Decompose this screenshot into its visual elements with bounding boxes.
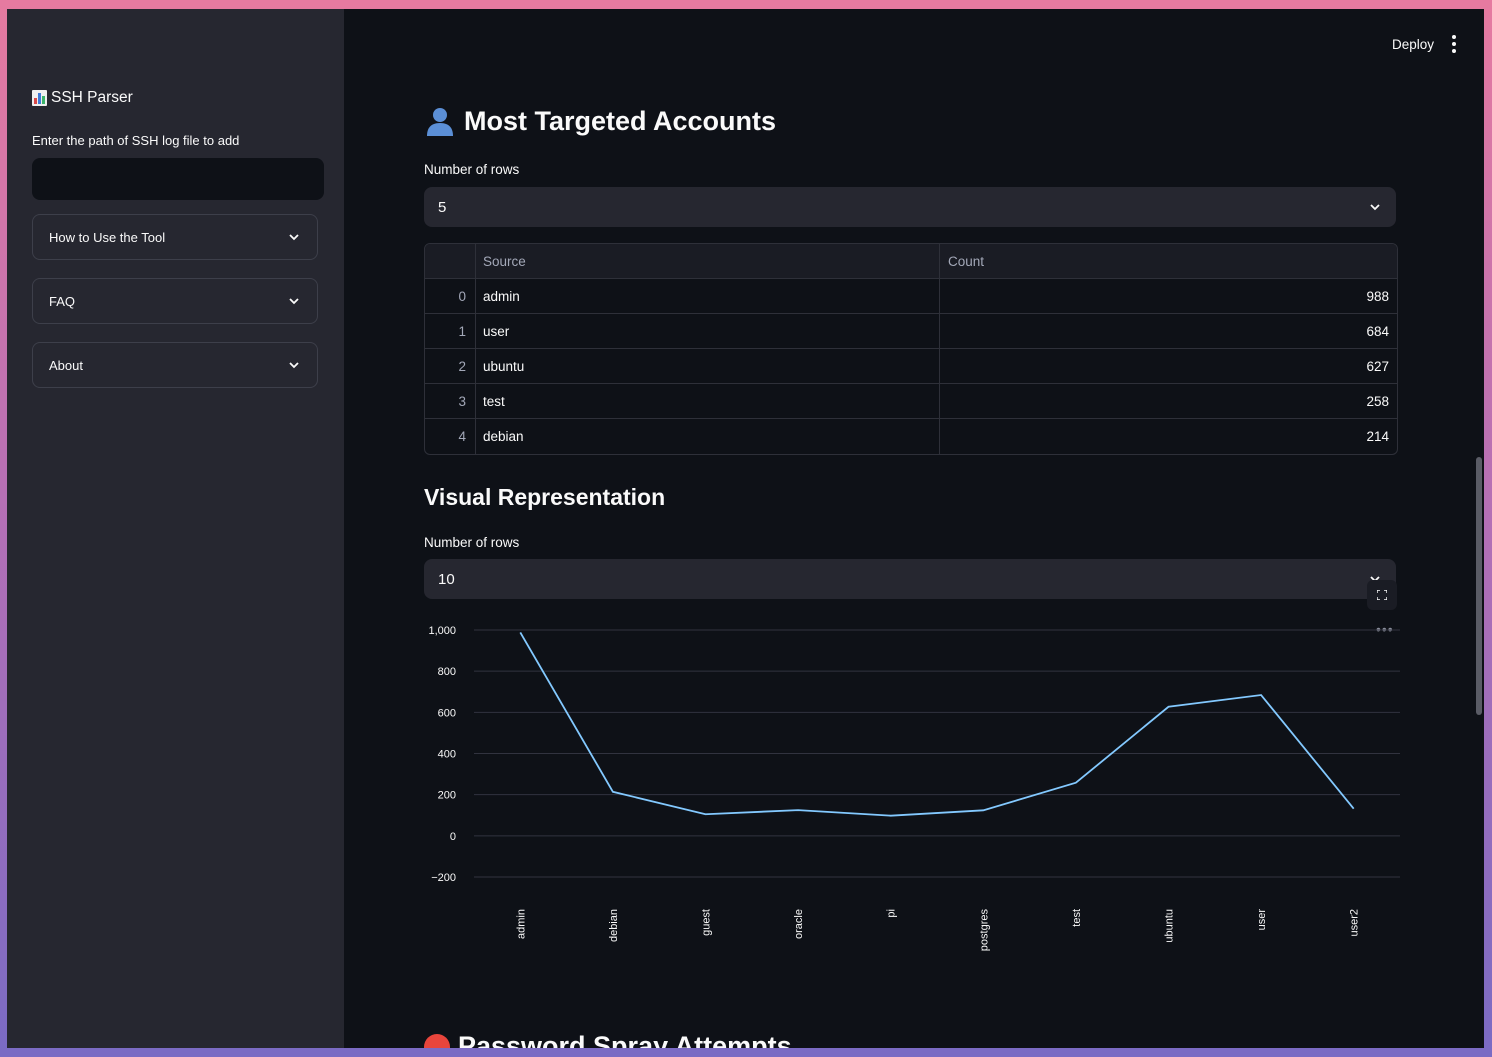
x-tick-label: debian [608, 909, 620, 942]
cell-count: 684 [1366, 323, 1389, 339]
x-tick-label: ubuntu [1164, 909, 1176, 943]
row-index: 4 [425, 419, 476, 454]
siren-icon [424, 1033, 450, 1048]
series-line[interactable] [519, 632, 1355, 817]
fullscreen-button[interactable] [1367, 580, 1397, 610]
x-tick-label: guest [701, 909, 713, 936]
cell-count: 988 [1366, 288, 1389, 304]
scrollbar[interactable] [1476, 457, 1482, 715]
accounts-table[interactable]: Source Count 0 admin 988 1 user 684 2 ub… [424, 243, 1398, 455]
x-tick-label: user2 [1349, 909, 1361, 937]
row-index: 3 [425, 384, 476, 418]
cell-count: 627 [1366, 358, 1389, 374]
x-tick-label: test [1071, 909, 1083, 927]
y-tick-label: 600 [438, 707, 456, 719]
chevron-down-icon [289, 362, 299, 369]
rows-select-chart[interactable]: 10 [424, 559, 1396, 599]
row-index: 1 [425, 314, 476, 348]
row-index: 2 [425, 349, 476, 383]
y-tick-label: 200 [438, 790, 456, 802]
data-point[interactable] [1352, 807, 1356, 811]
line-chart: 1,000 800 600 400 200 0 −200 admin debian guest or… [428, 625, 1400, 952]
cell-source: admin [476, 279, 940, 313]
data-point[interactable] [796, 808, 800, 812]
rows-select-label: Number of rows [424, 162, 520, 177]
main-content: Deploy Most Targeted Accounts Number of … [344, 9, 1484, 1048]
data-point[interactable] [704, 812, 708, 816]
bar-chart-icon [32, 90, 47, 106]
table-row[interactable]: 4 debian 214 [425, 419, 1397, 454]
sidebar: SSH Parser Enter the path of SSH log fil… [7, 9, 344, 1048]
data-point[interactable] [518, 630, 522, 634]
table-row[interactable]: 3 test 258 [425, 384, 1397, 419]
expander-label: About [49, 357, 83, 373]
expander-about[interactable]: About [32, 342, 318, 388]
app-title-text: SSH Parser [51, 89, 133, 106]
chevron-down-icon [1370, 204, 1380, 211]
select-value: 5 [438, 198, 447, 216]
data-point[interactable] [611, 790, 615, 794]
x-tick-label: postgres [978, 909, 990, 952]
cell-source: user [476, 314, 940, 348]
y-tick-label: 1,000 [428, 625, 456, 637]
deploy-button[interactable]: Deploy [1392, 37, 1434, 52]
y-tick-label: 400 [438, 749, 456, 761]
y-tick-label: 800 [438, 666, 456, 678]
data-point[interactable] [1074, 781, 1078, 785]
select-value: 10 [438, 570, 455, 588]
data-point[interactable] [1167, 705, 1171, 709]
expander-how-to-use[interactable]: How to Use the Tool [32, 214, 318, 260]
y-tick-label: −200 [431, 872, 456, 884]
table-row[interactable]: 2 ubuntu 627 [425, 349, 1397, 384]
y-tick-label: 0 [450, 831, 456, 843]
expander-label: FAQ [49, 293, 76, 309]
table-row[interactable]: 0 admin 988 [425, 279, 1397, 314]
header-source[interactable]: Source [476, 244, 940, 278]
table-header-row: Source Count [425, 244, 1397, 279]
section-title-visual: Visual Representation [424, 484, 666, 510]
header-index [425, 244, 476, 278]
x-tick-label: user [1256, 909, 1268, 931]
path-input-label: Enter the path of SSH log file to add [32, 133, 240, 148]
fullscreen-icon [1377, 590, 1387, 600]
x-tick-label: pi [886, 909, 898, 918]
cell-source: ubuntu [476, 349, 940, 383]
chevron-down-icon [289, 298, 299, 305]
section-title-spray: Password Spray Attempts [424, 1031, 792, 1048]
expander-label: How to Use the Tool [49, 229, 166, 245]
section-title-accounts: Most Targeted Accounts [424, 105, 776, 137]
app-window: SSH Parser Enter the path of SSH log fil… [7, 9, 1484, 1048]
data-point[interactable] [981, 808, 985, 812]
data-point[interactable] [1259, 693, 1263, 697]
x-tick-label: oracle [793, 909, 805, 939]
cell-count: 214 [1366, 429, 1389, 444]
person-icon [427, 108, 453, 136]
rows-select-accounts[interactable]: 5 [424, 187, 1396, 227]
table-row[interactable]: 1 user 684 [425, 314, 1397, 349]
cell-source: test [476, 384, 940, 418]
section-title-text: Most Targeted Accounts [464, 105, 777, 136]
path-input[interactable] [32, 158, 324, 200]
section-title-text: Password Spray Attempts [458, 1031, 792, 1048]
chevron-down-icon [289, 234, 299, 241]
main-menu-icon[interactable] [1452, 35, 1456, 53]
cell-source: debian [476, 419, 940, 454]
app-title: SSH Parser [32, 89, 133, 107]
expander-faq[interactable]: FAQ [32, 278, 318, 324]
data-point[interactable] [889, 814, 893, 818]
toolbar: Deploy [1392, 35, 1456, 53]
header-count[interactable]: Count [940, 244, 1397, 278]
row-index: 0 [425, 279, 476, 313]
cell-count: 258 [1366, 393, 1389, 409]
x-tick-label: admin [515, 909, 527, 939]
rows-select-label: Number of rows [424, 535, 520, 550]
